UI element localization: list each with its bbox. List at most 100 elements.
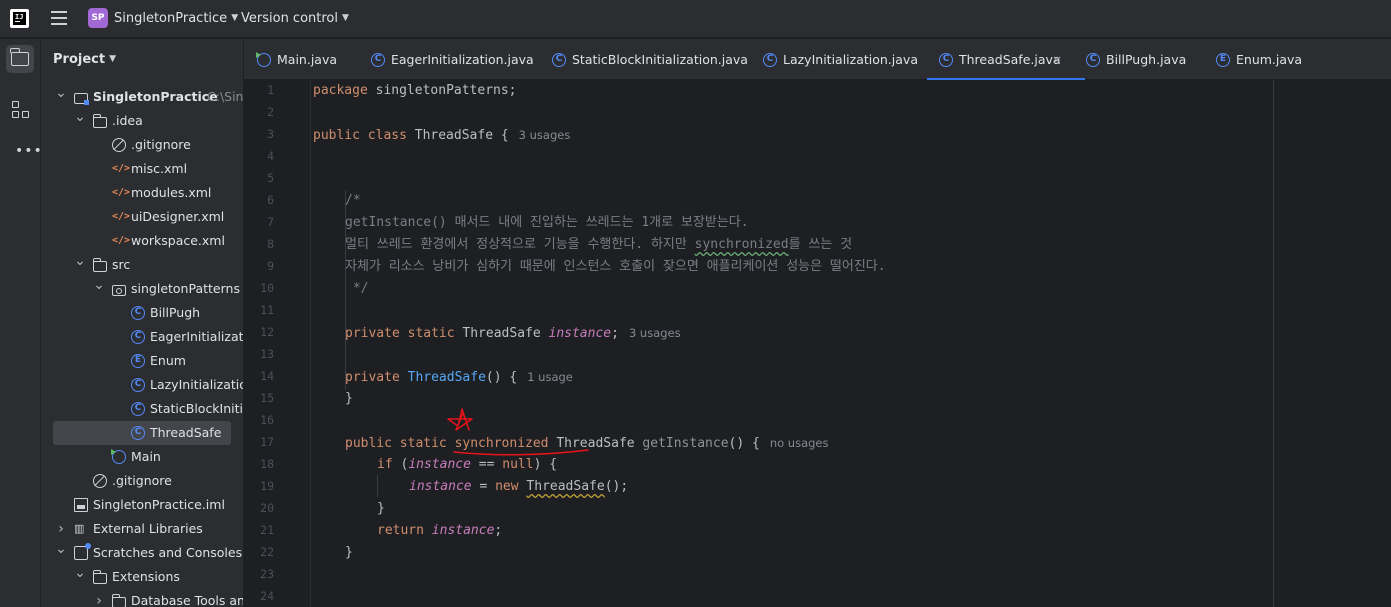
line-number: 13 xyxy=(260,347,274,361)
tree-item-label: .gitignore xyxy=(112,473,172,488)
class-icon: C xyxy=(131,306,145,320)
chevron-down-icon[interactable]: ⌄ xyxy=(74,105,86,129)
tab-label: BillPugh.java xyxy=(1106,52,1187,67)
tree-item[interactable]: › ▥ External Libraries xyxy=(41,517,243,541)
project-panel-title: Project xyxy=(53,52,106,67)
tree-item[interactable]: ⌄ singletonPatterns xyxy=(41,277,243,301)
class-icon: C xyxy=(371,53,385,67)
project-name: SingletonPractice xyxy=(114,11,228,26)
close-icon[interactable]: × xyxy=(1052,39,1062,81)
line-number: 23 xyxy=(260,567,274,581)
tree-item-label: ThreadSafe xyxy=(150,425,222,440)
project-tool-button[interactable] xyxy=(6,45,34,73)
tab-staticblockinitialization[interactable]: C StaticBlockInitialization.java xyxy=(552,39,748,80)
class-icon: C xyxy=(1086,53,1100,67)
main-class-icon xyxy=(256,52,271,67)
tree-item[interactable]: E Enum xyxy=(41,349,243,373)
chevron-down-icon[interactable]: ⌄ xyxy=(93,273,105,297)
chevron-down-icon[interactable]: ⌄ xyxy=(74,249,86,273)
version-control-label: Version control xyxy=(241,11,338,26)
tree-item-label: SingletonPractice xyxy=(93,89,218,104)
tab-label: ThreadSafe.java xyxy=(959,52,1061,67)
tree-item-path: C:\Sing xyxy=(207,89,244,104)
tree-item[interactable]: C EagerInitialization xyxy=(41,325,244,349)
structure-icon xyxy=(12,101,19,108)
usages-hint[interactable]: 3 usages xyxy=(629,326,681,340)
project-badge[interactable]: SP xyxy=(88,8,108,28)
tree-item[interactable]: Main xyxy=(41,445,243,469)
tree-item-label: .idea xyxy=(112,113,143,128)
class-icon: C xyxy=(131,402,145,416)
tree-item[interactable]: </> misc.xml xyxy=(41,157,243,181)
tree-item[interactable]: </> uiDesigner.xml xyxy=(41,205,243,229)
enum-icon: E xyxy=(1216,53,1230,67)
usages-hint[interactable]: 3 usages xyxy=(519,128,571,142)
tree-item[interactable]: ⌄ Scratches and Consoles xyxy=(41,541,243,565)
line-number: 12 xyxy=(260,325,274,339)
xml-icon: </> xyxy=(112,163,131,174)
tree-item[interactable]: </> workspace.xml xyxy=(41,229,243,253)
tree-item-label: Main xyxy=(131,449,161,464)
code-line-22: } xyxy=(345,545,353,560)
line-number: 15 xyxy=(260,391,274,405)
tab-eagerinitialization[interactable]: C EagerInitialization.java xyxy=(371,39,534,80)
class-icon: C xyxy=(131,426,145,440)
tree-item[interactable]: C ThreadSafe xyxy=(53,421,231,445)
class-icon: C xyxy=(552,53,566,67)
tree-item[interactable]: C StaticBlockInitializ xyxy=(41,397,243,421)
tree-item[interactable]: SingletonPractice.iml xyxy=(41,493,243,517)
project-panel-header[interactable]: Project ▼ xyxy=(53,52,116,67)
iml-icon xyxy=(74,498,88,512)
tree-item-label: Scratches and Consoles xyxy=(93,545,243,560)
tree-item[interactable]: </> modules.xml xyxy=(41,181,243,205)
right-margin-guide xyxy=(1273,80,1274,607)
project-switcher[interactable]: SingletonPractice ▼ xyxy=(114,11,238,26)
package-icon xyxy=(112,285,126,296)
version-control-menu[interactable]: Version control ▼ xyxy=(241,11,349,26)
line-number: 22 xyxy=(260,545,274,559)
tree-item-label: Enum xyxy=(150,353,186,368)
chevron-right-icon[interactable]: › xyxy=(93,589,105,607)
tab-label: LazyInitialization.java xyxy=(783,52,918,67)
tree-item[interactable]: .gitignore xyxy=(41,133,243,157)
code-line-1: package singletonPatterns; xyxy=(313,83,517,98)
chevron-down-icon[interactable]: ⌄ xyxy=(74,561,86,585)
main-menu-icon[interactable] xyxy=(51,11,67,25)
line-number: 9 xyxy=(267,259,274,273)
code-line-17: public static synchronized ThreadSafe ge… xyxy=(345,436,829,451)
tab-billpugh[interactable]: C BillPugh.java xyxy=(1086,39,1226,80)
tree-item-label: .gitignore xyxy=(131,137,191,152)
more-tools-button[interactable]: ••• xyxy=(6,137,42,165)
enum-icon: E xyxy=(131,354,145,368)
tab-lazyinitialization[interactable]: C LazyInitialization.java xyxy=(763,39,918,80)
line-number: 2 xyxy=(267,105,274,119)
code-line-10: */ xyxy=(345,281,369,296)
tab-enum[interactable]: E Enum.java xyxy=(1216,39,1356,80)
code-line-15: } xyxy=(345,391,353,406)
chevron-down-icon[interactable]: ⌄ xyxy=(55,537,67,561)
line-number: 6 xyxy=(267,193,274,207)
usages-hint[interactable]: no usages xyxy=(770,436,829,450)
line-number: 8 xyxy=(267,237,274,251)
intellij-logo-icon[interactable]: IJ xyxy=(10,9,29,28)
xml-icon: </> xyxy=(112,211,131,222)
tree-item[interactable]: › Database Tools and S xyxy=(41,589,243,607)
tree-item-label: EagerInitialization xyxy=(150,329,244,344)
tree-item[interactable]: ⌄ src xyxy=(41,253,243,277)
tree-item[interactable]: .gitignore xyxy=(41,469,243,493)
code-line-9: 자체가 리소스 낭비가 심하기 때문에 인스턴스 호출이 잦으면 애플리케이션 … xyxy=(345,259,886,274)
code-editor[interactable]: 1 2 3 4 5 6 7 8 9 10 11 12 13 14 15 16 17 18 19 20 21 22 23 24 … xyxy=(244,80,1391,607)
tree-item[interactable]: C LazyInitialization xyxy=(41,373,243,397)
tree-item-label: misc.xml xyxy=(131,161,188,176)
structure-tool-button[interactable] xyxy=(6,96,34,124)
gitignore-icon xyxy=(112,138,126,152)
code-line-7: getInstance() 매서드 내에 진입하는 쓰레드는 1개로 보장받는다… xyxy=(345,215,749,230)
tool-window-strip: ••• xyxy=(0,39,42,607)
tab-threadsafe[interactable]: C ThreadSafe.java × xyxy=(927,39,1085,81)
usages-hint[interactable]: 1 usage xyxy=(527,370,573,384)
chevron-down-icon[interactable]: ⌄ xyxy=(55,81,67,105)
tree-item[interactable]: ⌄SingletonPracticeC:\Sing xyxy=(41,85,244,109)
tree-item[interactable]: ⌄ Extensions xyxy=(41,565,243,589)
tree-item[interactable]: C BillPugh xyxy=(41,301,243,325)
tree-item[interactable]: ⌄ .idea xyxy=(41,109,243,133)
